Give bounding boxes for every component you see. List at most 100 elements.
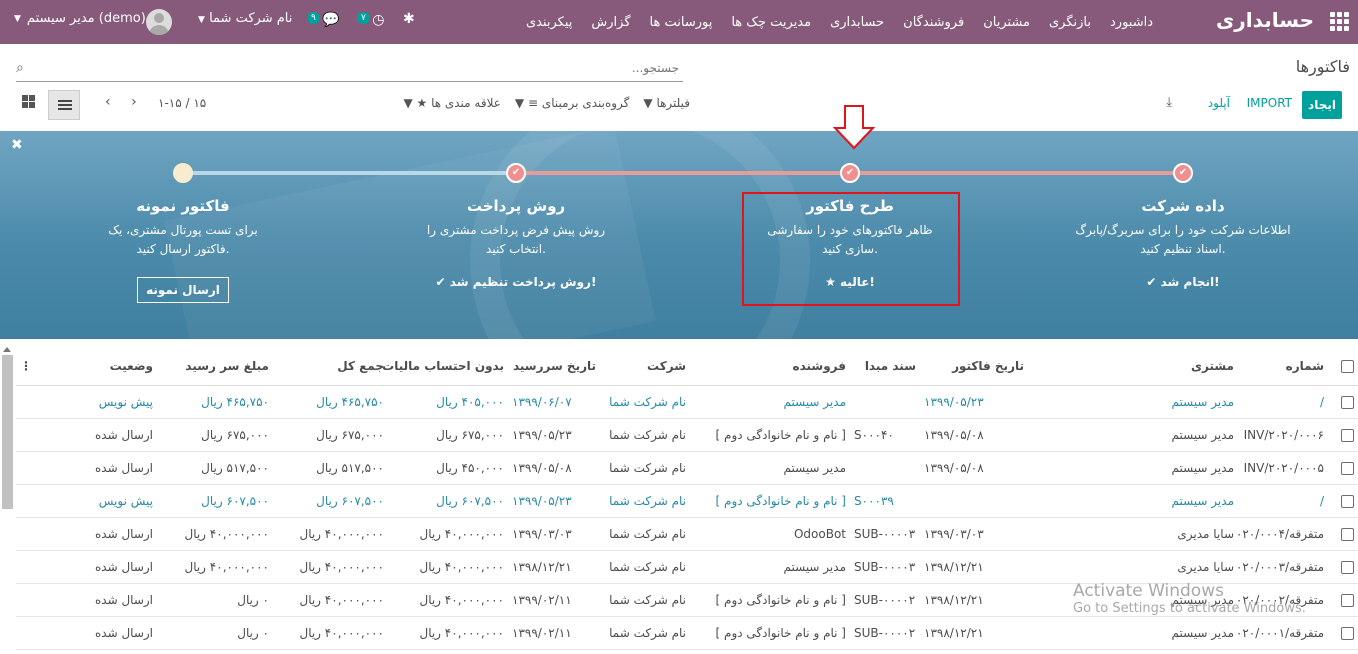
column-header-status[interactable]: وضعیت — [85, 347, 157, 386]
column-header-amount-due[interactable]: مبلغ سر رسید — [157, 347, 273, 386]
row-spacer — [16, 418, 85, 452]
table-row[interactable]: INV/۲۰۲۰/۰۰۰۶ مدیر سیستم ۱۳۹۹/۰۵/۰۸ S۰۰۰۴۰[… — [16, 418, 1358, 452]
app-brand[interactable]: حسابداری — [1216, 8, 1314, 32]
kanban-view-button[interactable] — [22, 95, 40, 113]
cell-amount-due: ۰ ریال — [157, 583, 273, 617]
table-row[interactable]: / مدیر سیستم ۱۳۹۹/۰۵/۲۳ مدیر سیستم نام شرکت … — [16, 385, 1358, 419]
cell-status: ارسال شده — [85, 616, 157, 650]
user-avatar[interactable] — [146, 9, 172, 35]
upload-button[interactable]: آپلود — [1208, 96, 1230, 110]
step-payment-method[interactable]: روش پرداخت روش پیش فرض پرداخت مشتری را ا… — [396, 197, 636, 289]
cell-amount-due: ۴۶۵,۷۵۰ ریال — [157, 385, 273, 419]
step-sample-invoice[interactable]: فاکتور نمونه برای تست پورتال مشتری، یک ف… — [63, 197, 303, 303]
row-checkbox[interactable] — [1328, 517, 1358, 551]
cell-invoice-number: متفرقه/۲۰۲۰/۰۰۰۱ — [1238, 616, 1328, 650]
row-checkbox[interactable] — [1328, 484, 1358, 518]
nav-menu-item[interactable]: گزارش — [591, 15, 630, 30]
step-description: برای تست پورتال مشتری، یک فاکتور ارسال ک… — [108, 223, 258, 256]
column-header-number[interactable]: شماره — [1238, 347, 1328, 386]
cell-amount-due: ۴۰,۰۰۰,۰۰۰ ریال — [157, 517, 273, 551]
cell-amount-due: ۰ ریال — [157, 616, 273, 650]
cell-untaxed-amount: ۴۵۰,۰۰۰ ریال — [388, 451, 508, 485]
company-switcher[interactable]: ▼ نام شرکت شما — [198, 11, 292, 26]
row-checkbox[interactable] — [1328, 583, 1358, 617]
apps-menu-icon[interactable] — [1330, 12, 1350, 32]
pager-nav: ‹ › — [105, 94, 137, 110]
row-checkbox[interactable] — [1328, 616, 1358, 650]
cell-customer: مدیر سیستم — [1028, 418, 1238, 452]
search-input[interactable] — [59, 61, 679, 75]
table-row[interactable]: متفرقه/۲۰۲۰/۰۰۰۳سایا مدیری۱۳۹۸/۱۲/۲۱SUB-… — [16, 550, 1358, 584]
pager-previous-icon[interactable]: ‹ — [105, 94, 111, 110]
cell-total-amount: ۴۰,۰۰۰,۰۰۰ ریال — [273, 517, 388, 551]
select-all-checkbox[interactable] — [1328, 347, 1358, 386]
row-spacer — [16, 484, 85, 518]
watermark-title: Activate Windows — [1073, 581, 1224, 601]
close-icon[interactable]: ✖ — [11, 137, 23, 153]
column-header-untaxed[interactable]: بدون احتساب مالیات — [382, 347, 508, 386]
column-header-company[interactable]: شرکت — [600, 347, 690, 386]
filters-label: فیلترها — [656, 96, 690, 110]
page-title: فاکتورها — [1295, 57, 1350, 76]
column-header-invoice-date[interactable]: تاریخ فاکتور — [920, 347, 1028, 386]
user-menu[interactable]: ▼ مدیر سیستم (demo) — [10, 11, 146, 26]
column-header-total[interactable]: جمع کل — [273, 347, 388, 386]
import-button[interactable]: IMPORT — [1247, 96, 1292, 110]
pager-next-icon[interactable]: › — [131, 94, 137, 110]
nav-menu-item[interactable]: پورسانت ها — [650, 15, 713, 30]
cell-invoice-date: ۱۳۹۹/۰۵/۰۸ — [920, 451, 1028, 485]
search-icon[interactable]: ⌕ — [16, 60, 24, 76]
cell-company: نام شرکت شما — [600, 418, 690, 452]
cell-status: ارسال شده — [85, 418, 157, 452]
column-header-source[interactable]: سند مبدا — [850, 347, 920, 386]
download-icon[interactable]: ⤓ — [1166, 95, 1172, 110]
cell-source-document: S۰۰۰۴۰ — [850, 418, 920, 452]
nav-menu-item[interactable]: داشبورد — [1110, 15, 1153, 30]
nav-menu-item[interactable]: مدیریت چک ها — [731, 15, 811, 30]
list-view-button[interactable] — [48, 90, 80, 120]
scrollbar[interactable] — [2, 355, 13, 509]
messaging-menu[interactable]: ۹ 💬 — [307, 12, 340, 28]
nav-menu-item[interactable]: بازنگری — [1049, 15, 1091, 30]
nav-menu-item[interactable]: پیکربندی — [526, 15, 572, 30]
column-header-customer[interactable]: مشتری — [1028, 347, 1238, 386]
column-header-due-date[interactable]: تاریخ سررسید — [508, 347, 600, 386]
groupby-dropdown[interactable]: ▼ ≡ گروه‌بندی برمبنای — [515, 96, 629, 110]
optional-columns-icon[interactable]: ⋮ — [16, 347, 85, 386]
caret-down-icon: ▼ — [198, 15, 205, 25]
table-row[interactable]: / مدیر سیستم S۰۰۰۳۹[ نام و نام خانوادگی دو… — [16, 484, 1358, 518]
nav-menu-item[interactable]: مشتریان — [983, 15, 1030, 30]
table-row[interactable]: متفرقه/۲۰۲۰/۰۰۰۱مدیر سیستم۱۳۹۸/۱۲/۲۱SUB-… — [16, 616, 1358, 650]
row-spacer — [16, 451, 85, 485]
send-sample-button[interactable]: ارسال نمونه — [137, 277, 229, 303]
pager-value[interactable]: ۱-۱۵ / ۱۵ — [158, 96, 206, 110]
cell-amount-due: ۵۱۷,۵۰۰ ریال — [157, 451, 273, 485]
search-options: ▼ فیلترها ▼ ≡ گروه‌بندی برمبنای ▼ ★ علاق… — [370, 96, 690, 110]
cell-salesperson: مدیر سیستم — [690, 451, 850, 485]
activity-menu[interactable]: ۷ ◷ — [357, 12, 385, 28]
scroll-up-icon[interactable] — [3, 347, 11, 352]
cell-amount-due: ۶۰۷,۵۰۰ ریال — [157, 484, 273, 518]
chat-icon: 💬 — [322, 12, 340, 28]
row-checkbox[interactable] — [1328, 385, 1358, 419]
row-spacer — [16, 550, 85, 584]
column-header-salesperson[interactable]: فروشنده — [690, 347, 850, 386]
row-checkbox[interactable] — [1328, 451, 1358, 485]
debug-bug-icon[interactable]: ✱ — [403, 11, 415, 27]
cell-status: پیش نویس — [85, 385, 157, 419]
cell-source-document — [850, 385, 920, 419]
table-row[interactable]: متفرقه/۲۰۲۰/۰۰۰۴سایا مدیری۱۳۹۹/۰۳/۰۳SUB-… — [16, 517, 1358, 551]
nav-menu-item[interactable]: فروشندگان — [903, 15, 964, 30]
step-company-data[interactable]: داده شرکت اطلاعات شرکت خود را برای سربرگ… — [1063, 197, 1303, 289]
create-button[interactable]: ایجاد — [1302, 91, 1342, 119]
nav-menu-item[interactable]: حسابداری — [830, 15, 884, 30]
favorites-dropdown[interactable]: ▼ ★ علاقه مندی ها — [403, 96, 500, 110]
filters-dropdown[interactable]: ▼ فیلترها — [643, 96, 690, 110]
cell-amount-due: ۴۰,۰۰۰,۰۰۰ ریال — [157, 550, 273, 584]
row-checkbox[interactable] — [1328, 418, 1358, 452]
cell-source-document — [850, 451, 920, 485]
step-done-icon: ✔ — [506, 163, 526, 183]
table-row[interactable]: INV/۲۰۲۰/۰۰۰۵ مدیر سیستم ۱۳۹۹/۰۵/۰۸ مدیر سی… — [16, 451, 1358, 485]
step-title: داده شرکت — [1141, 197, 1225, 215]
row-checkbox[interactable] — [1328, 550, 1358, 584]
